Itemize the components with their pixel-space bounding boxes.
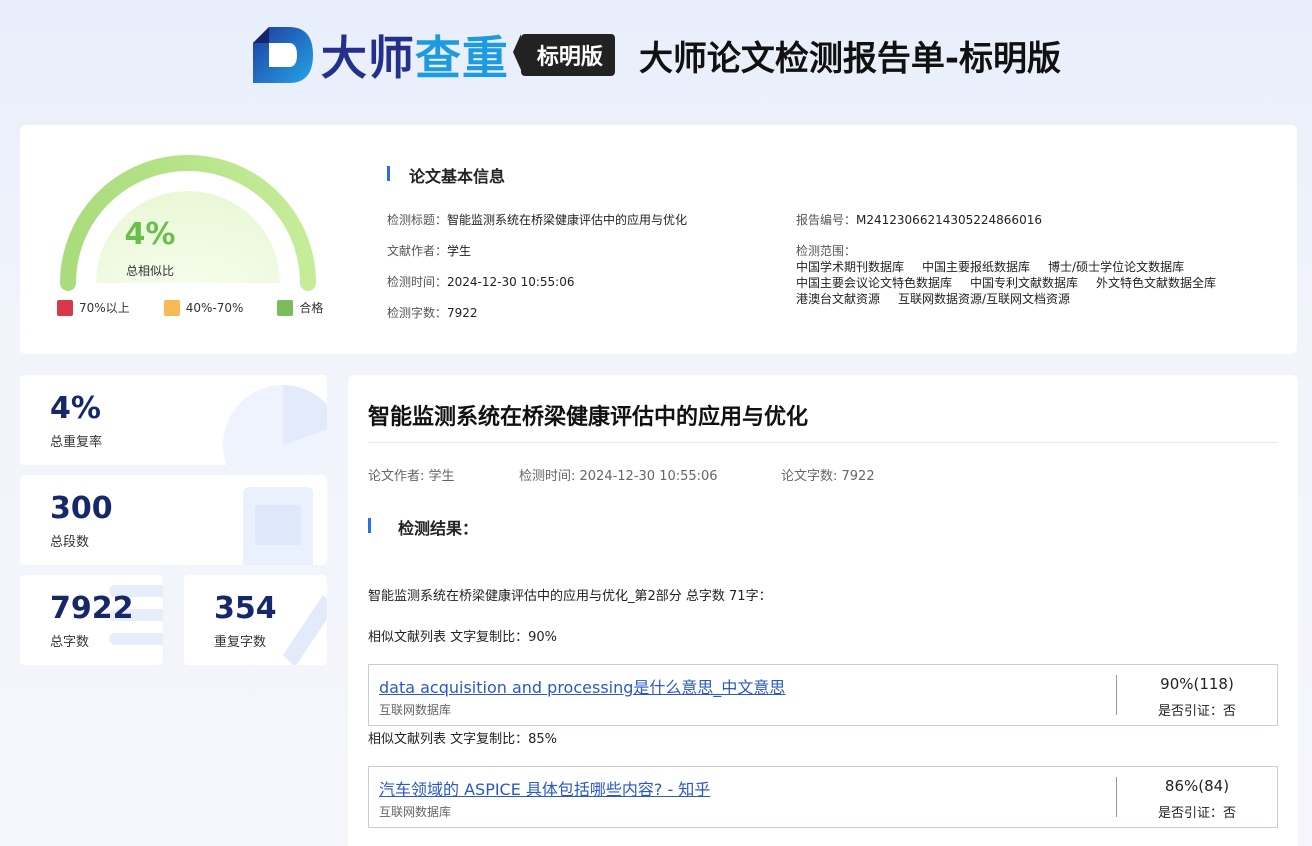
author-value: 学生	[447, 244, 472, 258]
report-no-value: M2412306621430522486601​6	[856, 213, 1042, 227]
source-link[interactable]: data acquisition and processing是什么意思_中文意…	[379, 674, 785, 698]
check-title-value: 智能监测系统在桥梁健康评估中的应用与优化	[447, 213, 688, 227]
stat-total-segments: 300 总段数	[20, 475, 327, 565]
time-label: 检测时间：	[387, 275, 448, 289]
source-percentage: 90%(118)	[1160, 675, 1234, 693]
header: 大师查重 标明版 大师论文检测报告单-标明版	[0, 22, 1312, 88]
legend: 70%以上 40%-70% 合格	[57, 299, 357, 316]
scope-item: 外文特色文献数据全库	[1096, 276, 1217, 290]
divider	[368, 442, 1278, 443]
stat-total-rate: 4% 总重复率	[20, 375, 327, 465]
stat-number: 4%	[50, 391, 101, 426]
time-value: 2024-12-30 10:55:06	[447, 275, 575, 289]
basic-info-card: 4% 总相似比 70%以上 40%-70% 合格 论文基本信息 检测标题：智能监…	[20, 125, 1297, 354]
scope-row: 中国主要会议论文特色数据库 中国专利文献数据库 外文特色文献数据全库	[796, 275, 1234, 291]
source-percentage: 86%(84)	[1164, 777, 1230, 795]
scope-item: 互联网数据资源/互联网文档资源	[898, 292, 1071, 306]
paper-word-count: 论文字数: 7922	[781, 469, 875, 484]
scope-item: 港澳台文献资源	[796, 292, 881, 306]
scope-item: 中国学术期刊数据库	[796, 260, 905, 274]
legend-swatch-pass	[277, 299, 294, 316]
source-citation: 是否引证：否	[1157, 806, 1236, 821]
source-database: 互联网数据库	[379, 805, 452, 819]
paper-check-time: 检测时间: 2024-12-30 10:55:06	[519, 469, 718, 484]
source-item: data acquisition and processing是什么意思_中文意…	[368, 664, 1278, 726]
source-item: 汽车领域的 ASPICE 具体包括哪些内容? - 知乎 互联网数据库 86%(8…	[368, 766, 1278, 828]
check-title-row: 检测标题：智能监测系统在桥梁健康评估中的应用与优化	[387, 211, 687, 228]
stat-label: 总重复率	[50, 435, 103, 450]
scope-item: 博士/硕士学位论文数据库	[1048, 260, 1185, 274]
report-page: 大师查重 标明版 大师论文检测报告单-标明版 4% 总相似比 70%以上 40%…	[0, 0, 1312, 846]
source-database: 互联网数据库	[379, 703, 452, 717]
paper-title: 智能监测系统在桥梁健康评估中的应用与优化	[368, 405, 809, 430]
stat-repeat-words: 354 重复字数	[184, 575, 327, 665]
logo-text: 大师查重	[321, 22, 509, 88]
legend-label: 70%以上	[79, 301, 130, 315]
legend-swatch-high	[57, 299, 73, 316]
paper-author: 论文作者: 学生	[368, 469, 455, 484]
document-icon	[243, 487, 313, 565]
report-panel: 智能监测系统在桥梁健康评估中的应用与优化 论文作者: 学生 检测时间: 2024…	[348, 375, 1298, 846]
scope-label: 检测范围：	[796, 244, 857, 258]
stat-total-words: 7922 总字数	[20, 575, 163, 665]
source-link[interactable]: 汽车领域的 ASPICE 具体包括哪些内容? - 知乎	[379, 776, 710, 800]
legend-item-high: 70%以上	[57, 299, 130, 316]
author-label: 文献作者：	[387, 244, 448, 258]
stat-number: 300	[50, 491, 113, 526]
scope-item: 中国主要报纸数据库	[922, 260, 1031, 274]
words-value: 7922	[447, 306, 478, 320]
segment-title: 智能监测系统在桥梁健康评估中的应用与优化_第2部分 总字数 71字：	[368, 589, 772, 604]
stat-number: 354	[214, 591, 277, 626]
gauge-value: 4%	[124, 217, 176, 252]
stat-label: 重复字数	[214, 635, 267, 650]
words-label: 检测字数：	[387, 306, 448, 320]
scope-row: 港澳台文献资源 互联网数据资源/互联网文档资源	[796, 291, 1234, 307]
gauge-label: 总相似比	[125, 264, 174, 278]
source-citation: 是否引证：否	[1157, 704, 1236, 719]
result-title: 检测结果：	[368, 515, 478, 539]
logo-text-part1: 大师	[320, 31, 415, 85]
legend-label: 合格	[299, 301, 324, 315]
basic-info-title: 论文基本信息	[387, 163, 505, 187]
legend-swatch-medium	[163, 299, 180, 316]
report-no-label: 报告编号：	[796, 213, 857, 227]
scope-item: 中国主要会议论文特色数据库	[796, 276, 953, 290]
page-title: 大师论文检测报告单-标明版	[638, 38, 1062, 79]
scope-row: 中国学术期刊数据库 中国主要报纸数据库 博士/硕士学位论文数据库	[796, 259, 1234, 275]
pie-chart-icon	[223, 385, 327, 465]
report-no-row: 报告编号：M2412306621430522486601​6	[796, 211, 1042, 228]
edition-badge: 标明版	[512, 34, 615, 76]
time-row: 检测时间：2024-12-30 10:55:06	[387, 273, 574, 290]
scope-item: 中国专利文献数据库	[970, 276, 1079, 290]
stat-number: 7922	[50, 591, 134, 626]
legend-item-medium: 40%-70%	[163, 299, 244, 316]
stat-label: 总段数	[50, 535, 90, 550]
similarity-label: 相似文献列表 文字复制比：85%	[368, 732, 558, 747]
check-title-label: 检测标题：	[387, 213, 448, 227]
legend-item-pass: 合格	[277, 299, 323, 316]
logo-text-part2: 查重	[414, 31, 509, 85]
words-row: 检测字数：7922	[387, 304, 478, 321]
logo-icon	[251, 25, 315, 85]
legend-label: 40%-70%	[185, 300, 244, 315]
stat-label: 总字数	[50, 635, 90, 650]
scope-list: 中国学术期刊数据库 中国主要报纸数据库 博士/硕士学位论文数据库 中国主要会议论文特…	[796, 259, 1234, 307]
similarity-label: 相似文献列表 文字复制比：90%	[368, 630, 558, 645]
author-row: 文献作者：学生	[387, 242, 471, 259]
